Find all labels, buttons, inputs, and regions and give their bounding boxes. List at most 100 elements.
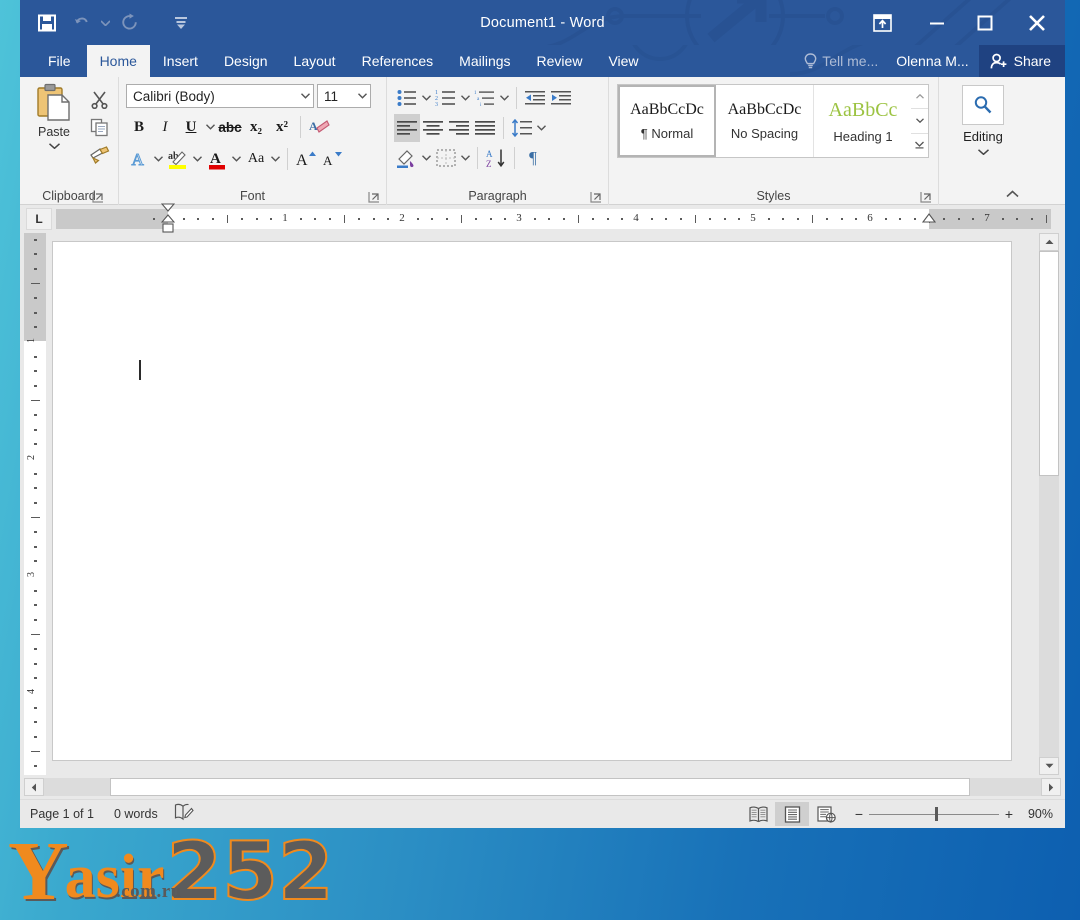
collapse-ribbon-button[interactable]: [1002, 185, 1022, 203]
shading-button[interactable]: [394, 144, 420, 172]
scroll-right-button[interactable]: [1041, 778, 1061, 796]
editing-dropdown-chevron-icon[interactable]: [977, 149, 989, 155]
bullets-button[interactable]: [394, 84, 420, 112]
styles-scroll-down-button[interactable]: [911, 108, 928, 132]
line-spacing-dropdown[interactable]: [535, 114, 548, 142]
borders-button[interactable]: [433, 144, 459, 172]
font-size-combobox[interactable]: 11: [317, 84, 371, 108]
align-right-button[interactable]: [446, 114, 472, 142]
font-name-combobox[interactable]: Calibri (Body): [126, 84, 314, 108]
clipboard-dialog-launcher[interactable]: [92, 190, 104, 203]
sort-button[interactable]: A Z: [483, 144, 509, 172]
font-name-dropdown-icon[interactable]: [297, 93, 313, 99]
styles-scroll-up-button[interactable]: [911, 85, 928, 108]
show-formatting-marks-button[interactable]: ¶: [520, 144, 546, 172]
share-button[interactable]: Share: [978, 45, 1065, 77]
paragraph-dialog-launcher[interactable]: [590, 190, 602, 203]
scroll-down-button[interactable]: [1039, 757, 1059, 775]
minimize-button[interactable]: [913, 0, 961, 45]
align-left-button[interactable]: [394, 114, 420, 142]
italic-button[interactable]: I: [152, 113, 178, 141]
strikethrough-button[interactable]: abc: [217, 113, 243, 141]
change-case-button[interactable]: Aa: [243, 145, 269, 173]
subscript-button[interactable]: x₂: [243, 113, 269, 141]
tab-review[interactable]: Review: [524, 45, 596, 77]
tab-layout[interactable]: Layout: [281, 45, 349, 77]
tell-me-search[interactable]: Tell me...: [796, 45, 886, 77]
maximize-restore-button[interactable]: [961, 0, 1009, 45]
tab-file[interactable]: File: [32, 45, 87, 77]
format-painter-button[interactable]: [84, 141, 114, 169]
numbering-button[interactable]: 1 2 3: [433, 84, 459, 112]
vertical-scroll-thumb[interactable]: [1039, 251, 1059, 476]
view-web-layout-button[interactable]: [809, 802, 843, 826]
ribbon-display-options-button[interactable]: [851, 0, 913, 45]
horizontal-scroll-track[interactable]: [44, 778, 1041, 796]
change-case-dropdown[interactable]: [269, 145, 282, 173]
vertical-ruler[interactable]: 1 2 3 4: [24, 233, 46, 775]
paste-button[interactable]: Paste: [28, 83, 80, 149]
font-dialog-launcher[interactable]: [368, 190, 380, 203]
tab-design[interactable]: Design: [211, 45, 281, 77]
cut-button[interactable]: [84, 85, 114, 113]
tab-home[interactable]: Home: [86, 45, 150, 77]
multilevel-list-dropdown[interactable]: [498, 84, 511, 112]
scroll-up-button[interactable]: [1039, 233, 1059, 251]
view-print-layout-button[interactable]: [775, 802, 809, 826]
editing-button[interactable]: Editing: [955, 85, 1011, 155]
font-size-dropdown-icon[interactable]: [354, 93, 370, 99]
vertical-scrollbar[interactable]: [1039, 233, 1059, 775]
font-color-button[interactable]: A: [204, 145, 230, 173]
highlight-dropdown[interactable]: [191, 145, 204, 173]
borders-dropdown[interactable]: [459, 144, 472, 172]
horizontal-scrollbar[interactable]: [20, 775, 1065, 799]
text-effects-button[interactable]: A: [126, 145, 152, 173]
page-count-label[interactable]: Page 1 of 1: [20, 807, 104, 821]
tab-view[interactable]: View: [595, 45, 651, 77]
tab-stop-selector[interactable]: L: [26, 208, 52, 230]
justify-button[interactable]: [472, 114, 498, 142]
right-indent-marker[interactable]: [921, 213, 936, 234]
style-heading-1[interactable]: AaBbCс Heading 1: [814, 85, 912, 157]
zoom-in-button[interactable]: +: [999, 806, 1019, 822]
line-spacing-button[interactable]: [509, 114, 535, 142]
horizontal-ruler[interactable]: 1 2 3 4 5 6 7: [56, 203, 1051, 233]
styles-more-button[interactable]: [911, 132, 928, 157]
user-account-button[interactable]: Olenna M...: [886, 45, 978, 77]
numbering-dropdown[interactable]: [459, 84, 472, 112]
underline-button[interactable]: U: [178, 113, 204, 141]
document-page[interactable]: [52, 241, 1012, 761]
tab-mailings[interactable]: Mailings: [446, 45, 523, 77]
styles-dialog-launcher[interactable]: [920, 190, 932, 203]
align-center-button[interactable]: [420, 114, 446, 142]
underline-dropdown[interactable]: [204, 113, 217, 141]
paste-dropdown-chevron-icon[interactable]: [48, 143, 60, 149]
style-normal[interactable]: AaBbCcDc ¶ Normal: [618, 85, 716, 157]
vruler-top-margin[interactable]: [24, 233, 46, 341]
bold-button[interactable]: B: [126, 113, 152, 141]
shading-dropdown[interactable]: [420, 144, 433, 172]
horizontal-scroll-thumb[interactable]: [110, 778, 970, 796]
tab-references[interactable]: References: [349, 45, 447, 77]
font-color-dropdown[interactable]: [230, 145, 243, 173]
close-button[interactable]: [1009, 0, 1065, 45]
proofing-status-button[interactable]: [168, 803, 200, 824]
tab-insert[interactable]: Insert: [150, 45, 211, 77]
increase-indent-button[interactable]: [548, 84, 574, 112]
copy-button[interactable]: [84, 113, 114, 141]
zoom-slider-thumb[interactable]: [935, 807, 938, 821]
clear-formatting-button[interactable]: A: [306, 113, 332, 141]
superscript-button[interactable]: x²: [269, 113, 295, 141]
text-highlight-color-button[interactable]: ab: [165, 145, 191, 173]
bullets-dropdown[interactable]: [420, 84, 433, 112]
multilevel-list-button[interactable]: 1 a i: [472, 84, 498, 112]
zoom-out-button[interactable]: −: [849, 806, 869, 822]
zoom-slider[interactable]: [869, 807, 999, 821]
text-effects-dropdown[interactable]: [152, 145, 165, 173]
grow-font-button[interactable]: A: [293, 145, 319, 173]
word-count-label[interactable]: 0 words: [104, 807, 168, 821]
decrease-indent-button[interactable]: [522, 84, 548, 112]
style-no-spacing[interactable]: AaBbCcDc No Spacing: [716, 85, 814, 157]
scroll-left-button[interactable]: [24, 778, 44, 796]
ruler-left-margin[interactable]: [56, 209, 168, 229]
